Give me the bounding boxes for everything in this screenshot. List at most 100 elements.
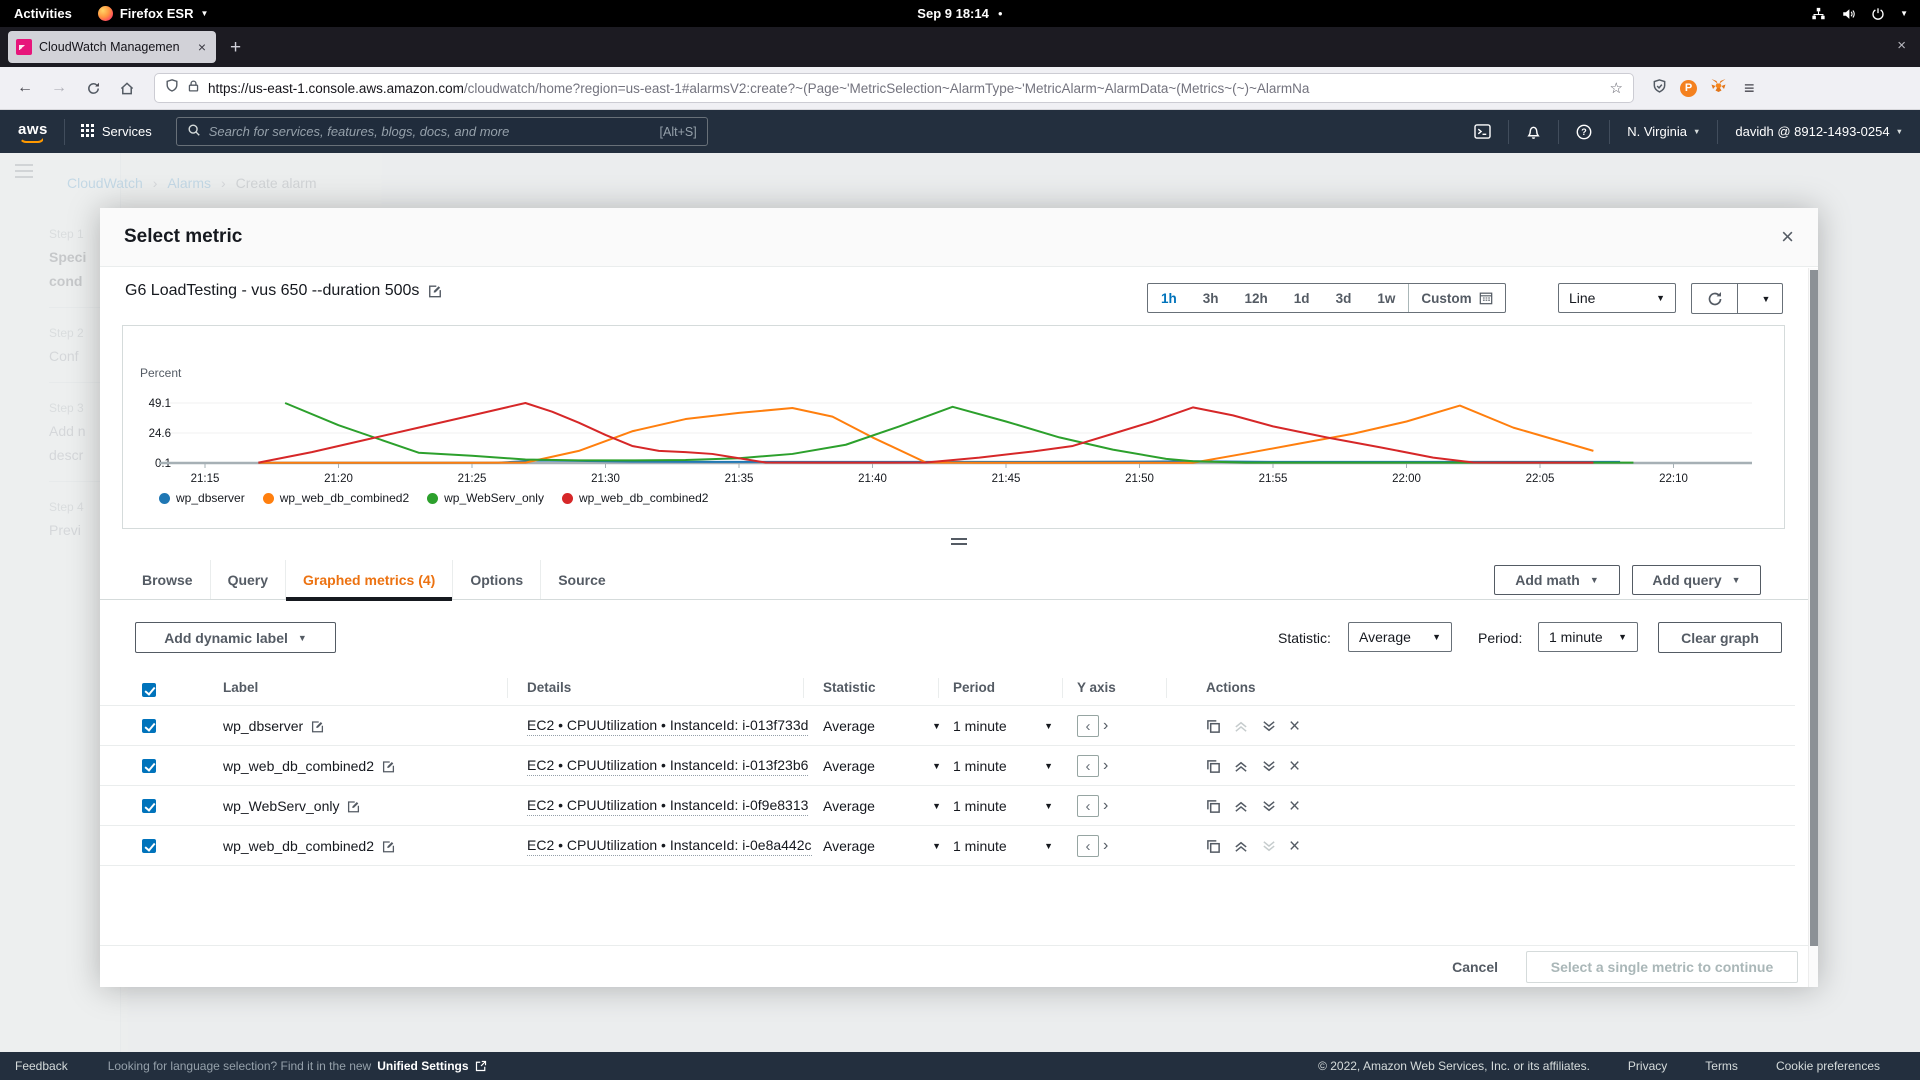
duplicate-icon[interactable] [1206, 799, 1221, 814]
duplicate-icon[interactable] [1206, 719, 1221, 734]
window-close-icon[interactable]: × [1897, 37, 1906, 54]
new-tab-button[interactable]: + [230, 37, 241, 59]
metric-details[interactable]: EC2 • CPUUtilization • InstanceId: i-0e8… [527, 837, 812, 856]
tab-options[interactable]: Options [452, 560, 540, 599]
back-button[interactable]: ← [10, 73, 40, 103]
feedback-link[interactable]: Feedback [15, 1059, 68, 1073]
extension-orange-icon[interactable]: P [1680, 79, 1697, 97]
yaxis-right-button[interactable]: › [1103, 757, 1108, 775]
row-period-select[interactable]: 1 minute ▼ [953, 706, 1053, 746]
move-up-icon[interactable] [1233, 759, 1249, 774]
edit-icon[interactable] [311, 720, 324, 733]
range-3d[interactable]: 3d [1323, 284, 1365, 312]
row-checkbox[interactable] [142, 759, 156, 773]
select-all-checkbox[interactable] [142, 683, 156, 697]
duplicate-icon[interactable] [1206, 759, 1221, 774]
edit-icon[interactable] [382, 760, 395, 773]
yaxis-left-button[interactable]: ‹ [1077, 755, 1099, 777]
reload-button[interactable] [78, 73, 108, 103]
legend-item[interactable]: wp_web_db_combined2 [561, 491, 708, 505]
remove-icon[interactable]: × [1289, 837, 1300, 856]
tab-graphed-metrics[interactable]: Graphed metrics (4) [285, 560, 453, 601]
edit-icon[interactable] [347, 800, 360, 813]
row-statistic-select[interactable]: Average ▼ [823, 826, 941, 866]
chevron-down-icon[interactable]: ▼ [1900, 9, 1908, 18]
refresh-button[interactable] [1692, 284, 1737, 313]
aws-logo[interactable]: aws [0, 121, 64, 143]
region-selector[interactable]: N. Virginia ▼ [1610, 110, 1717, 153]
cloudshell-button[interactable] [1457, 110, 1508, 153]
yaxis-left-button[interactable]: ‹ [1077, 715, 1099, 737]
refresh-options-button[interactable]: ▼ [1737, 284, 1782, 313]
range-custom[interactable]: Custom [1408, 284, 1504, 312]
row-period-select[interactable]: 1 minute ▼ [953, 746, 1053, 786]
power-icon[interactable] [1871, 7, 1885, 21]
range-1d[interactable]: 1d [1281, 284, 1323, 312]
resize-handle[interactable] [951, 538, 967, 545]
yaxis-left-button[interactable]: ‹ [1077, 835, 1099, 857]
modal-scrollbar[interactable] [1808, 268, 1818, 987]
legend-item[interactable]: wp_dbserver [159, 491, 245, 505]
forward-button[interactable]: → [44, 73, 74, 103]
range-12h[interactable]: 12h [1232, 284, 1281, 312]
add-query-button[interactable]: Add query ▼ [1632, 565, 1761, 595]
network-icon[interactable] [1811, 7, 1826, 21]
legend-item[interactable]: wp_web_db_combined2 [262, 491, 409, 505]
lock-icon[interactable] [187, 79, 200, 98]
unified-settings-link[interactable]: Unified Settings [377, 1059, 468, 1073]
row-checkbox[interactable] [142, 719, 156, 733]
metric-details[interactable]: EC2 • CPUUtilization • InstanceId: i-013… [527, 757, 809, 776]
notifications-bell-icon[interactable] [1509, 110, 1558, 153]
chart-type-select[interactable]: Line ▼ [1558, 283, 1676, 313]
bookmark-star-icon[interactable]: ☆ [1610, 79, 1623, 97]
row-statistic-select[interactable]: Average ▼ [823, 746, 941, 786]
remove-icon[interactable]: × [1289, 757, 1300, 776]
terms-link[interactable]: Terms [1705, 1059, 1738, 1073]
menu-icon[interactable]: ≡ [1744, 78, 1755, 99]
browser-tab[interactable]: CloudWatch Managemen × [8, 31, 216, 63]
edit-icon[interactable] [382, 840, 395, 853]
range-1h[interactable]: 1h [1148, 284, 1190, 312]
account-menu[interactable]: davidh @ 8912-1493-0254 ▼ [1718, 110, 1920, 153]
legend-item[interactable]: wp_WebServ_only [427, 491, 544, 505]
close-icon[interactable]: × [1781, 226, 1794, 248]
volume-icon[interactable] [1841, 7, 1856, 21]
shield-icon[interactable] [165, 78, 179, 98]
move-down-icon[interactable] [1261, 719, 1277, 734]
move-down-icon[interactable] [1261, 799, 1277, 814]
metamask-fox-icon[interactable] [1710, 78, 1727, 99]
app-menu[interactable]: Firefox ESR ▼ [97, 6, 208, 21]
edit-icon[interactable] [428, 284, 442, 298]
duplicate-icon[interactable] [1206, 839, 1221, 854]
services-menu[interactable]: Services [65, 123, 168, 140]
row-statistic-select[interactable]: Average ▼ [823, 706, 941, 746]
range-1w[interactable]: 1w [1364, 284, 1408, 312]
tab-query[interactable]: Query [209, 560, 285, 599]
move-up-icon[interactable] [1233, 839, 1249, 854]
yaxis-right-button[interactable]: › [1103, 797, 1108, 815]
remove-icon[interactable]: × [1289, 797, 1300, 816]
metric-details[interactable]: EC2 • CPUUtilization • InstanceId: i-0f9… [527, 797, 809, 816]
period-select[interactable]: 1 minute ▼ [1538, 622, 1638, 652]
clear-graph-button[interactable]: Clear graph [1658, 622, 1782, 653]
cookie-preferences-link[interactable]: Cookie preferences [1776, 1059, 1880, 1073]
select-metric-submit-button[interactable]: Select a single metric to continue [1526, 950, 1798, 983]
add-dynamic-label-button[interactable]: Add dynamic label ▼ [135, 622, 336, 653]
tab-browse[interactable]: Browse [125, 560, 210, 599]
help-icon[interactable]: ? [1559, 110, 1609, 153]
row-checkbox[interactable] [142, 799, 156, 813]
remove-icon[interactable]: × [1289, 717, 1300, 736]
scrollbar-thumb[interactable] [1810, 270, 1818, 946]
yaxis-right-button[interactable]: › [1103, 717, 1108, 735]
clock[interactable]: Sep 9 18:14 ● [917, 6, 1002, 21]
range-3h[interactable]: 3h [1190, 284, 1232, 312]
home-button[interactable] [112, 73, 142, 103]
metric-details[interactable]: EC2 • CPUUtilization • InstanceId: i-013… [527, 717, 809, 736]
row-checkbox[interactable] [142, 839, 156, 853]
statistic-select[interactable]: Average ▼ [1348, 622, 1452, 652]
cancel-button[interactable]: Cancel [1452, 959, 1498, 975]
activities-button[interactable]: Activities [14, 6, 72, 21]
yaxis-right-button[interactable]: › [1103, 837, 1108, 855]
move-up-icon[interactable] [1233, 799, 1249, 814]
tab-source[interactable]: Source [540, 560, 622, 599]
